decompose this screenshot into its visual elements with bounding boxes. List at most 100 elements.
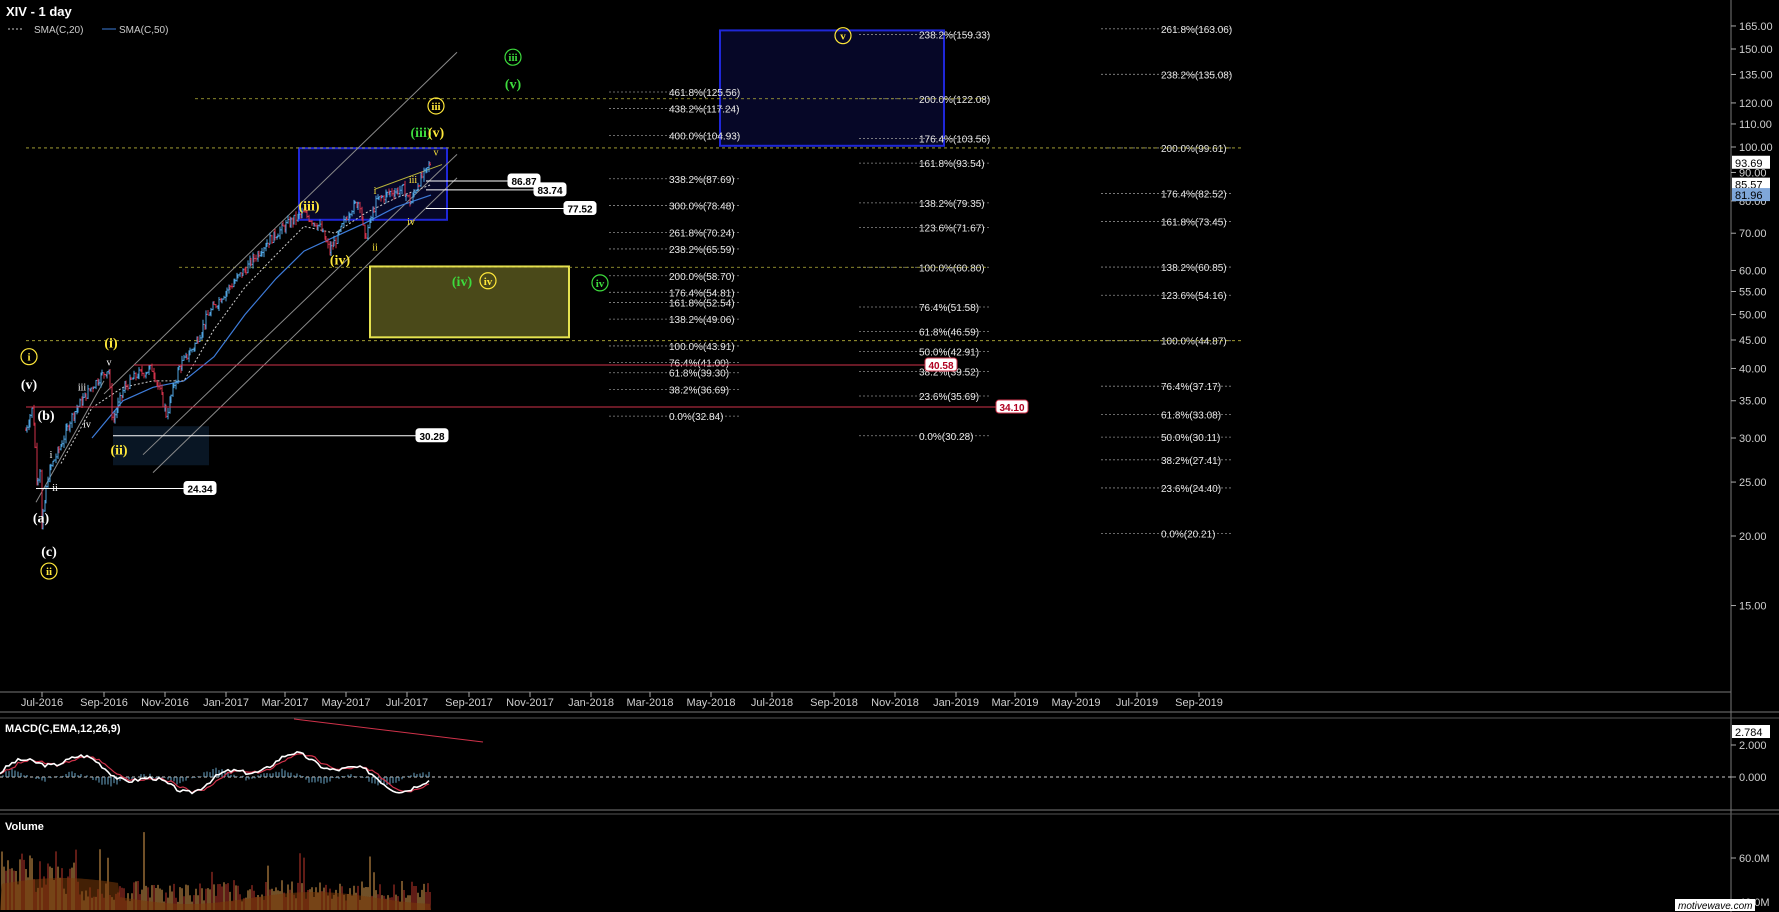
price-tick-label: 50.00 (1739, 310, 1767, 322)
date-tick-label: Sep-2016 (80, 697, 128, 709)
wave-label: (iv) (330, 253, 351, 268)
price-tick-label: 45.00 (1739, 335, 1767, 347)
wave-label: iii (431, 101, 440, 113)
fib-level-label: 338.2%(87.69) (669, 175, 735, 186)
wave-label: i (50, 450, 53, 461)
wave-label: iv (83, 419, 91, 430)
chart-title: XIV - 1 day (6, 4, 73, 19)
date-tick-label: Jul-2019 (1116, 697, 1158, 709)
fib-level-label: 38.2%(27.41) (1161, 456, 1221, 467)
fib-level-label: 461.8%(125.56) (669, 88, 740, 99)
wave-label: (v) (21, 378, 38, 393)
volume-tick-label: 60.0M (1739, 853, 1770, 865)
price-callout-label: 77.52 (567, 205, 592, 216)
date-tick-label: Nov-2016 (141, 697, 189, 709)
wave-label: iii (78, 382, 87, 393)
fib-level-label: 438.2%(117.24) (669, 105, 739, 116)
fib-level-label: 261.8%(163.06) (1161, 25, 1232, 36)
fib-level-label: 200.0%(58.70) (669, 272, 735, 283)
fib-level-label: 300.0%(78.48) (669, 202, 735, 213)
fib-level-label: 76.4%(51.58) (919, 303, 979, 314)
wave-label: (a) (33, 511, 50, 526)
fib-level-label: 138.2%(60.85) (1161, 263, 1227, 274)
axis-price-badge-label: 93.69 (1735, 158, 1763, 170)
fib-level-label: 200.0%(99.61) (1161, 144, 1227, 155)
price-tick-label: 150.00 (1739, 44, 1773, 56)
wave-label: (iii) (299, 200, 320, 215)
price-tick-label: 70.00 (1739, 228, 1767, 240)
date-tick-label: May-2018 (687, 697, 736, 709)
fib-level-label: 100.0%(44.87) (1161, 337, 1227, 348)
fib-level-label: 200.0%(122.08) (919, 95, 990, 106)
fib-level-label: 176.4%(103.56) (919, 135, 990, 146)
macd-tick-label: 0.000 (1739, 772, 1767, 784)
fib-level-label: 76.4%(37.17) (1161, 382, 1221, 393)
price-tick-label: 60.00 (1739, 265, 1767, 277)
fib-level-label: 61.8%(39.30) (669, 369, 729, 380)
fib-level-label: 100.0%(43.91) (669, 342, 735, 353)
axis-price-badge-label: 81.96 (1735, 190, 1763, 202)
fib-level-label: 138.2%(49.06) (669, 315, 735, 326)
wave-label: iv (407, 217, 415, 228)
price-tick-label: 25.00 (1739, 477, 1767, 489)
date-tick-label: May-2019 (1052, 697, 1101, 709)
fib-level-label: 238.2%(159.33) (919, 30, 990, 41)
fib-level-label: 0.0%(32.84) (669, 412, 723, 423)
date-tick-label: Jul-2016 (21, 697, 63, 709)
price-callout-label: 40.58 (928, 361, 953, 372)
wave-label: (i) (104, 337, 118, 352)
fib-level-label: 38.2%(36.69) (669, 385, 729, 396)
fib-level-label: 400.0%(104.93) (669, 131, 740, 142)
wave-label: ii (372, 243, 378, 254)
price-tick-label: 40.00 (1739, 363, 1767, 375)
wave-label: v (107, 358, 112, 369)
price-tick-label: 120.00 (1739, 98, 1773, 110)
wave-label: i (27, 352, 30, 364)
fib-level-label: 0.0%(20.21) (1161, 529, 1215, 540)
date-tick-label: Jul-2018 (751, 697, 793, 709)
date-tick-label: Mar-2018 (626, 697, 673, 709)
price-tick-label: 20.00 (1739, 531, 1767, 543)
fib-level-label: 261.8%(70.24) (669, 228, 735, 239)
fib-level-label: 50.0%(42.91) (919, 347, 979, 358)
price-callout-label: 24.34 (187, 485, 212, 496)
fib-level-label: 23.6%(35.69) (919, 392, 979, 403)
price-tick-label: 165.00 (1739, 21, 1773, 33)
fib-level-label: 61.8%(46.59) (919, 328, 979, 339)
watermark: motivewave.com (1678, 901, 1752, 912)
date-tick-label: Jan-2018 (568, 697, 614, 709)
date-tick-label: Jan-2017 (203, 697, 249, 709)
price-callout-label: 34.10 (999, 403, 1024, 414)
fib-level-label: 61.8%(33.08) (1161, 410, 1221, 421)
fib-level-label: 161.8%(93.54) (919, 159, 985, 170)
date-tick-label: Mar-2017 (261, 697, 308, 709)
fib-level-label: 23.6%(24.40) (1161, 484, 1221, 495)
fib-level-label: 123.6%(71.67) (919, 224, 985, 235)
fib-level-label: 161.8%(52.54) (669, 299, 735, 310)
date-tick-label: Jul-2017 (386, 697, 428, 709)
price-callout-label: 30.28 (419, 432, 444, 443)
date-tick-label: Nov-2017 (506, 697, 554, 709)
macd-current-label: 2.784 (1735, 727, 1763, 739)
fib-level-label: 238.2%(135.08) (1161, 70, 1232, 81)
date-tick-label: Jan-2019 (933, 697, 979, 709)
date-tick-label: May-2017 (322, 697, 371, 709)
fib-level-label: 161.8%(73.45) (1161, 218, 1227, 229)
wave-label: (v) (505, 78, 522, 93)
wave-label: iii (508, 52, 517, 64)
wave-label: iv (484, 276, 493, 288)
target-box-0[interactable] (719, 29, 945, 147)
fib-level-label: 238.2%(65.59) (669, 245, 735, 256)
date-tick-label: Sep-2017 (445, 697, 493, 709)
date-tick-label: Sep-2018 (810, 697, 858, 709)
macd-title: MACD(C,EMA,12,26,9) (5, 723, 121, 735)
price-tick-label: 35.00 (1739, 396, 1767, 408)
wave-label: v (840, 31, 846, 43)
volume-title: Volume (5, 821, 44, 833)
fib-level-label: 100.0%(60.80) (919, 263, 985, 274)
chart-canvas[interactable]: 15.00 20.00 25.00 30.00 35.00 40.00 45.00 50.00… (0, 0, 1779, 912)
fib-level-label: 123.6%(54.16) (1161, 291, 1227, 302)
price-tick-label: 55.00 (1739, 286, 1767, 298)
date-tick-label: Nov-2018 (871, 697, 919, 709)
wave-label: (v) (428, 126, 445, 141)
